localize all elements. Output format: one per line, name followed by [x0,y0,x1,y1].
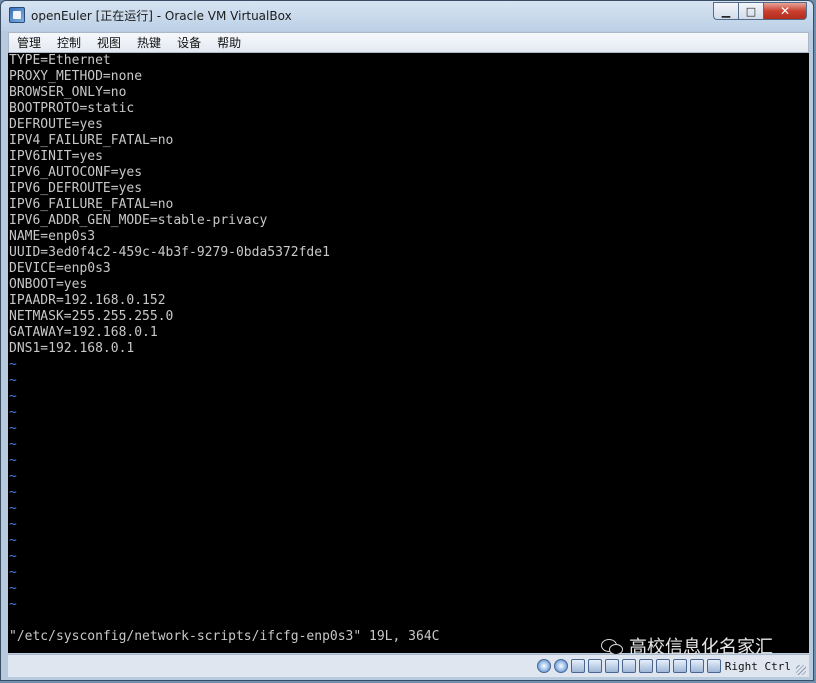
usb-icon[interactable] [604,659,619,673]
config-line: ONBOOT=yes [9,277,88,292]
empty-line-marker: ~ [9,533,17,548]
vim-status-line: "/etc/sysconfig/network-scripts/ifcfg-en… [9,629,440,644]
menu-item-hotkeys[interactable]: 热键 [129,34,169,51]
menu-item-help[interactable]: 帮助 [209,34,249,51]
config-line: BOOTPROTO=static [9,101,135,116]
config-line: NAME=enp0s3 [9,229,96,244]
empty-line-marker: ~ [9,437,17,452]
menu-item-view[interactable]: 视图 [89,34,129,51]
vm-screen[interactable]: "/etc/sysconfig/network-scripts/ifcfg-en… [8,53,809,653]
status-bar: Right Ctrl [8,654,809,677]
config-line: IPV6INIT=yes [9,149,103,164]
mouse-integration-icon[interactable] [689,659,704,673]
window-controls: ▁ □ ✕ [713,2,807,22]
empty-line-marker: ~ [9,389,17,404]
virtualization-icon[interactable] [672,659,687,673]
title-bar[interactable]: openEuler [正在运行] - Oracle VM VirtualBox … [1,1,813,31]
hard-disk-icon[interactable] [536,659,551,673]
empty-line-marker: ~ [9,485,17,500]
network-icon[interactable] [587,659,602,673]
virtualbox-app-icon[interactable] [9,7,25,23]
empty-line-marker: ~ [9,405,17,420]
empty-line-marker: ~ [9,373,17,388]
maximize-button[interactable]: □ [738,2,764,20]
config-line: DEFROUTE=yes [9,117,103,132]
config-line: TYPE=Ethernet [9,53,111,68]
virtualbox-window: openEuler [正在运行] - Oracle VM VirtualBox … [0,0,814,681]
wechat-icon [601,637,623,655]
optical-drive-icon[interactable] [553,659,568,673]
empty-line-marker: ~ [9,357,17,372]
video-capture-icon[interactable] [655,659,670,673]
keyboard-icon[interactable] [706,659,721,673]
config-line: BROWSER_ONLY=no [9,85,127,100]
config-line: NETMASK=255.255.255.0 [9,309,174,324]
config-line: GATAWAY=192.168.0.1 [9,325,158,340]
empty-line-marker: ~ [9,565,17,580]
window-title: openEuler [正在运行] - Oracle VM VirtualBox [31,9,292,23]
menu-item-control[interactable]: 控制 [49,34,89,51]
config-line: IPAADR=192.168.0.152 [9,293,166,308]
empty-line-marker: ~ [9,581,17,596]
shared-folders-icon[interactable] [621,659,636,673]
display-icon[interactable] [638,659,653,673]
config-line: DNS1=192.168.0.1 [9,341,135,356]
empty-line-marker: ~ [9,469,17,484]
host-key-label: Right Ctrl [724,659,791,673]
config-line: IPV4_FAILURE_FATAL=no [9,133,174,148]
close-button[interactable]: ✕ [763,2,807,20]
config-line: PROXY_METHOD=none [9,69,143,84]
empty-line-marker: ~ [9,421,17,436]
config-line: IPV6_DEFROUTE=yes [9,181,143,196]
menu-bar: 管理 控制 视图 热键 设备 帮助 [8,32,809,53]
minimize-button[interactable]: ▁ [713,2,739,20]
config-line: IPV6_FAILURE_FATAL=no [9,197,174,212]
empty-line-marker: ~ [9,597,17,612]
config-line: IPV6_AUTOCONF=yes [9,165,143,180]
audio-icon[interactable] [570,659,585,673]
empty-line-marker: ~ [9,501,17,516]
config-line: UUID=3ed0f4c2-459c-4b3f-9279-0bda5372fde… [9,245,330,260]
empty-line-marker: ~ [9,453,17,468]
config-line: IPV6_ADDR_GEN_MODE=stable-privacy [9,213,268,228]
menu-item-devices[interactable]: 设备 [169,34,209,51]
status-tray: Right Ctrl [534,657,791,675]
empty-line-marker: ~ [9,549,17,564]
resize-grip[interactable] [796,665,806,675]
config-line: DEVICE=enp0s3 [9,261,111,276]
menu-item-manage[interactable]: 管理 [9,34,49,51]
empty-line-marker: ~ [9,517,17,532]
